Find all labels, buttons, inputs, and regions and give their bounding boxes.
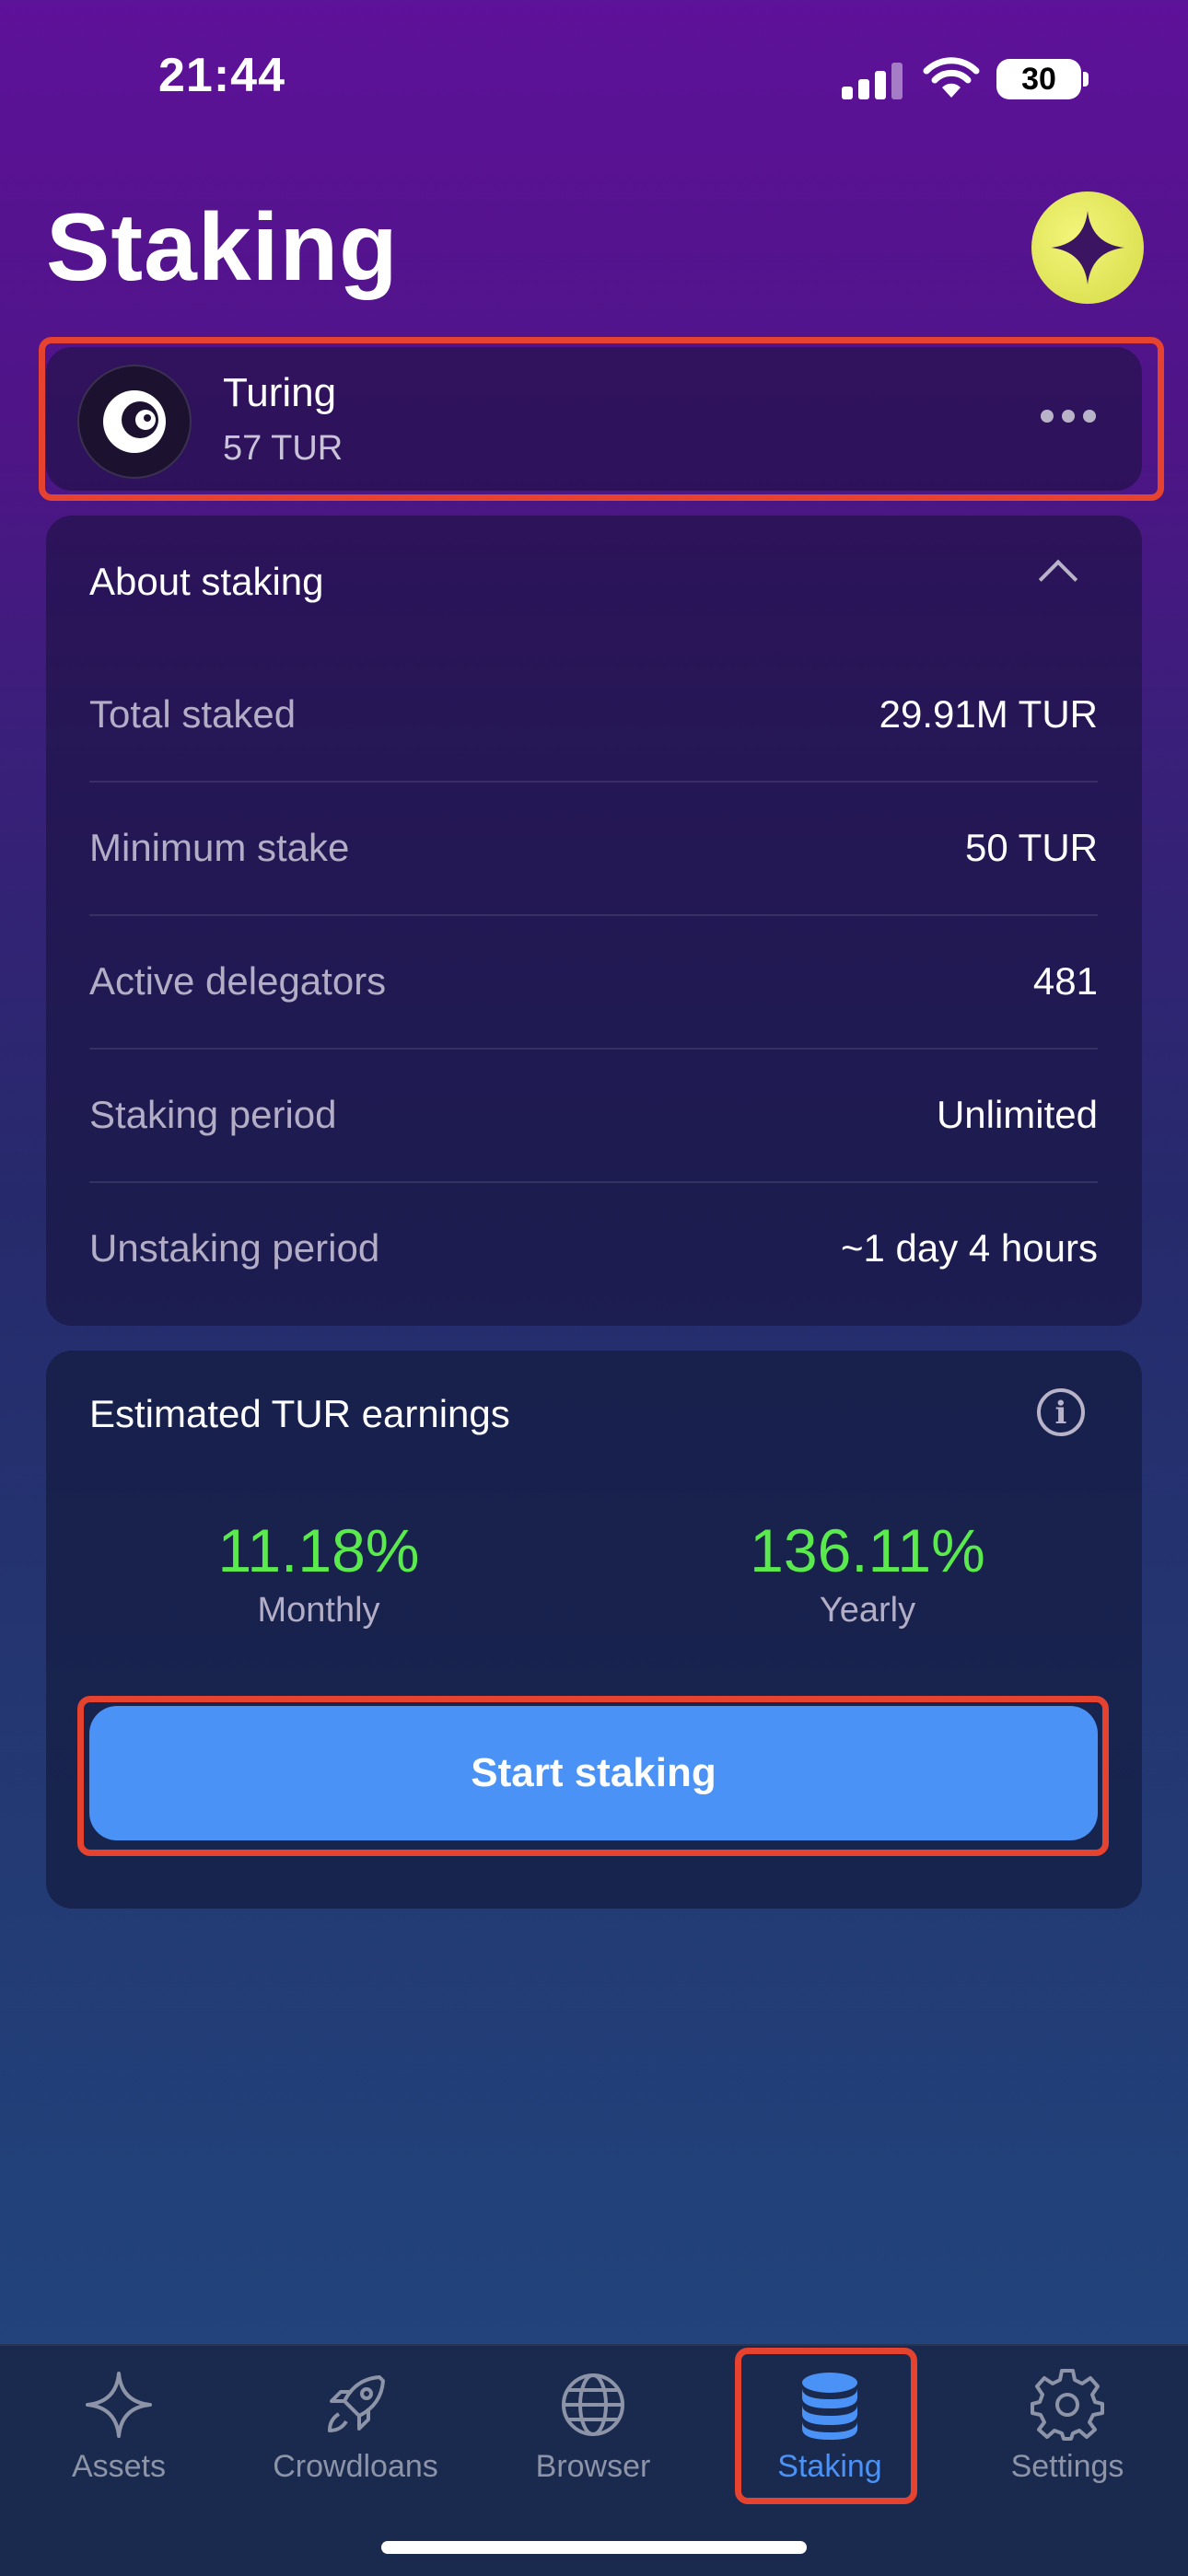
tab-label: Crowdloans <box>273 2449 438 2484</box>
turing-logo-icon <box>77 365 192 479</box>
home-indicator[interactable] <box>381 2541 807 2554</box>
gear-icon <box>1031 2369 1104 2441</box>
info-icon[interactable]: i <box>1037 1388 1085 1436</box>
divider <box>89 1048 1098 1050</box>
tab-settings[interactable]: Settings <box>961 2357 1173 2495</box>
sparkle-icon <box>86 2372 152 2438</box>
staking-period-value: Unlimited <box>936 1093 1098 1136</box>
start-staking-highlight <box>77 1696 1109 1856</box>
divider <box>89 1181 1098 1183</box>
tab-assets[interactable]: Assets <box>13 2357 225 2495</box>
tab-crowdloans[interactable]: Crowdloans <box>250 2357 461 2495</box>
minimum-stake-label: Minimum stake <box>89 826 350 869</box>
yearly-percentage: 136.11% <box>750 1516 985 1584</box>
unstaking-period-label: Unstaking period <box>89 1226 380 1270</box>
total-staked-label: Total staked <box>89 692 297 736</box>
minimum-stake-value: 50 TUR <box>965 826 1098 869</box>
divider <box>89 781 1098 783</box>
total-staked-value: 29.91M TUR <box>879 692 1098 736</box>
monthly-label: Monthly <box>257 1591 380 1630</box>
sparkle-icon <box>1051 211 1124 284</box>
battery-indicator: 30 <box>996 59 1081 99</box>
profile-avatar-button[interactable] <box>1031 191 1144 304</box>
battery-cap <box>1083 72 1089 87</box>
account-balance: 57 TUR <box>223 429 344 468</box>
monthly-percentage: 11.18% <box>217 1516 420 1584</box>
active-delegators-value: 481 <box>1032 959 1098 1003</box>
globe-icon <box>562 2373 624 2436</box>
tab-label: Settings <box>1010 2449 1124 2484</box>
about-staking-title: About staking <box>89 560 324 603</box>
divider <box>89 914 1098 916</box>
rocket-icon <box>328 2375 385 2432</box>
active-delegators-label: Active delegators <box>89 959 387 1003</box>
account-name: Turing <box>223 370 337 415</box>
unstaking-period-value: ~1 day 4 hours <box>840 1226 1098 1270</box>
more-options-icon[interactable] <box>1041 410 1096 423</box>
staking-period-label: Staking period <box>89 1093 337 1136</box>
cellular-signal-icon <box>842 61 903 99</box>
tab-browser[interactable]: Browser <box>487 2357 699 2495</box>
status-time: 21:44 <box>158 49 285 102</box>
page-title: Staking <box>46 194 399 301</box>
earnings-title: Estimated TUR earnings <box>89 1392 510 1435</box>
yearly-label: Yearly <box>819 1591 916 1630</box>
about-staking-card <box>46 516 1142 1326</box>
staking-tab-highlight <box>735 2348 917 2504</box>
account-highlight <box>39 337 1164 501</box>
tab-label: Assets <box>71 2449 167 2484</box>
wifi-icon <box>923 57 980 98</box>
tab-label: Browser <box>535 2449 651 2484</box>
